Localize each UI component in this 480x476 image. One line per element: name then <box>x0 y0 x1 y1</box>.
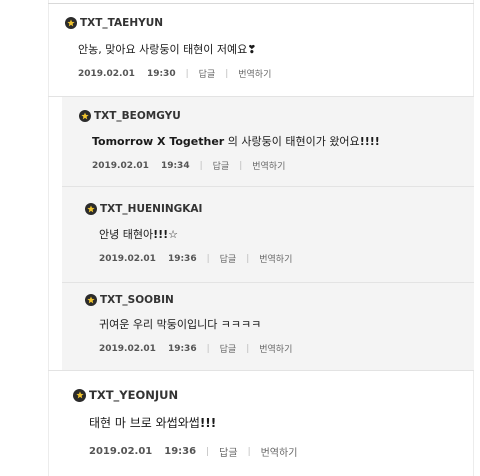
star-badge-icon <box>79 110 91 122</box>
author-name: TXT_SOOBIN <box>100 294 174 306</box>
reply-link[interactable]: 답글 <box>213 159 230 172</box>
star-badge-icon <box>73 388 86 402</box>
comment-text: Tomorrow X Together 의 사랑둥이 태현이가 왔어요!!!! <box>92 133 380 149</box>
comment-meta: 2019.02.01 19:34 | 답글 | 번역하기 <box>92 159 285 173</box>
comment-author[interactable]: TXT_BEOMGYU <box>79 110 181 122</box>
translate-link[interactable]: 번역하기 <box>261 444 298 459</box>
comment-text: 안농, 맞아요 사랑둥이 태현이 저예요❣ <box>78 43 257 56</box>
comment-time: 19:36 <box>164 446 197 457</box>
separator: | <box>239 160 243 171</box>
author-name: TXT_BEOMGYU <box>94 110 181 122</box>
separator: | <box>199 160 203 171</box>
comment-meta: 2019.02.01 19:36 | 답글 | 번역하기 <box>99 252 292 266</box>
comment-date: 2019.02.01 <box>92 160 149 171</box>
star-badge-icon <box>65 17 77 29</box>
comment-author[interactable]: TXT_YEONJUN <box>73 388 178 402</box>
comment-text-bold: Tomorrow X Together <box>92 135 225 148</box>
separator: | <box>246 253 250 264</box>
translate-link[interactable]: 번역하기 <box>238 67 271 80</box>
separator: | <box>206 343 210 354</box>
comment-time: 19:34 <box>160 160 190 171</box>
comment-text-tail: !!! <box>199 416 217 430</box>
author-name: TXT_YEONJUN <box>89 388 179 402</box>
comment-author[interactable]: TXT_SOOBIN <box>85 294 174 306</box>
comment-text: 태현 마 브로 와썹와썹!!! <box>89 414 216 431</box>
comment-text-rest: 의 사랑둥이 태현이가 왔어요 <box>224 135 360 148</box>
separator: | <box>206 253 210 264</box>
comment-time: 19:36 <box>167 343 197 354</box>
star-badge-icon <box>85 203 97 215</box>
comment-text-main: 안녕 태현아 <box>99 228 154 241</box>
comment-meta: 2019.02.01 19:30 | 답글 | 번역하기 <box>78 67 271 81</box>
reply-link[interactable]: 답글 <box>220 342 237 355</box>
comment-text-main: 태현 마 브로 와썹와썹 <box>89 416 200 430</box>
comment-time: 19:36 <box>167 253 197 264</box>
comment-text-tail: !!!! <box>359 135 380 148</box>
reply-link[interactable]: 답글 <box>220 252 237 265</box>
translate-link[interactable]: 번역하기 <box>252 159 285 172</box>
comment-text-tail: !!!☆ <box>153 228 179 241</box>
translate-link[interactable]: 번역하기 <box>259 252 292 265</box>
star-badge-icon <box>85 294 97 306</box>
comment-author[interactable]: TXT_HUENINGKAI <box>85 203 202 215</box>
comment-date: 2019.02.01 <box>78 68 135 79</box>
comment-text: 귀여운 우리 막둥이입니다 ㅋㅋㅋㅋ <box>99 318 262 331</box>
separator: | <box>206 446 210 457</box>
comment-date: 2019.02.01 <box>89 446 153 457</box>
separator: | <box>225 68 229 79</box>
separator: | <box>247 446 251 457</box>
comment-date: 2019.02.01 <box>99 253 156 264</box>
translate-link[interactable]: 번역하기 <box>259 342 292 355</box>
separator: | <box>246 343 250 354</box>
comment-text: 안녕 태현아!!!☆ <box>99 226 178 242</box>
comment-date: 2019.02.01 <box>99 343 156 354</box>
separator: | <box>185 68 189 79</box>
reply-link[interactable]: 답글 <box>199 67 216 80</box>
reply-link[interactable]: 답글 <box>219 444 237 459</box>
comment-meta: 2019.02.01 19:36 | 답글 | 번역하기 <box>89 444 297 459</box>
comment-author[interactable]: TXT_TAEHYUN <box>65 17 163 29</box>
author-name: TXT_HUENINGKAI <box>100 203 203 215</box>
comment-time: 19:30 <box>146 68 176 79</box>
author-name: TXT_TAEHYUN <box>80 17 164 29</box>
comment-meta: 2019.02.01 19:36 | 답글 | 번역하기 <box>99 342 292 356</box>
